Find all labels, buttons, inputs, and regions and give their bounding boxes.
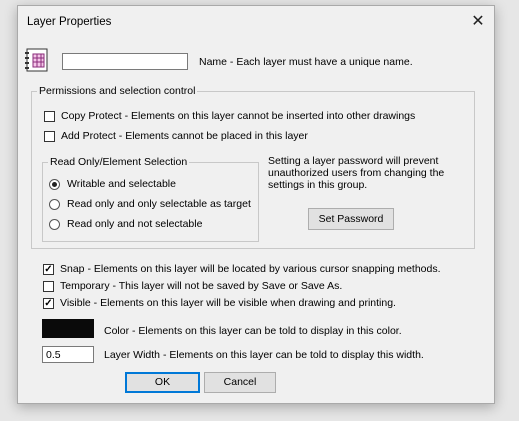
copy-protect-label: Copy Protect - Elements on this layer ca… xyxy=(61,110,416,122)
temporary-label: Temporary - This layer will not be saved… xyxy=(60,280,343,292)
read-only-group: Read Only/Element Selection Writable and… xyxy=(42,156,259,242)
layer-width-input[interactable] xyxy=(42,346,94,363)
set-password-button[interactable]: Set Password xyxy=(308,208,394,230)
add-protect-checkbox[interactable] xyxy=(44,131,55,142)
radio-writable-selectable-label: Writable and selectable xyxy=(67,178,176,190)
password-note: Setting a layer password will prevent un… xyxy=(268,155,445,191)
cancel-button[interactable]: Cancel xyxy=(204,372,276,393)
snap-label: Snap - Elements on this layer will be lo… xyxy=(60,263,441,275)
dialog-title: Layer Properties xyxy=(27,16,112,28)
radio-read-only-not-selectable[interactable] xyxy=(49,219,60,230)
ok-button[interactable]: OK xyxy=(125,372,200,393)
layer-properties-icon xyxy=(25,48,48,72)
visible-checkbox[interactable]: ✓ xyxy=(43,298,54,309)
snap-checkbox[interactable]: ✓ xyxy=(43,264,54,275)
name-label: Name - Each layer must have a unique nam… xyxy=(199,56,413,68)
layer-width-label: Layer Width - Elements on this layer can… xyxy=(104,349,424,361)
add-protect-label: Add Protect - Elements cannot be placed … xyxy=(61,130,308,142)
radio-read-only-target[interactable] xyxy=(49,199,60,210)
radio-read-only-not-selectable-label: Read only and not selectable xyxy=(67,218,203,230)
temporary-checkbox[interactable] xyxy=(43,281,54,292)
title-bar: Layer Properties ✕ xyxy=(18,6,494,39)
read-only-group-label: Read Only/Element Selection xyxy=(48,156,190,168)
radio-read-only-target-label: Read only and only selectable as target xyxy=(67,198,251,210)
copy-protect-checkbox[interactable] xyxy=(44,111,55,122)
layer-name-input[interactable] xyxy=(62,53,188,70)
close-icon[interactable]: ✕ xyxy=(465,9,491,35)
visible-label: Visible - Elements on this layer will be… xyxy=(60,297,396,309)
permissions-group: Permissions and selection control Copy P… xyxy=(31,85,475,249)
radio-writable-selectable[interactable] xyxy=(49,179,60,190)
color-label: Color - Elements on this layer can be to… xyxy=(104,325,402,337)
permissions-group-label: Permissions and selection control xyxy=(37,85,198,97)
layer-properties-dialog: Layer Properties ✕ Name - Each layer mus… xyxy=(17,5,495,404)
color-swatch[interactable] xyxy=(42,319,94,338)
